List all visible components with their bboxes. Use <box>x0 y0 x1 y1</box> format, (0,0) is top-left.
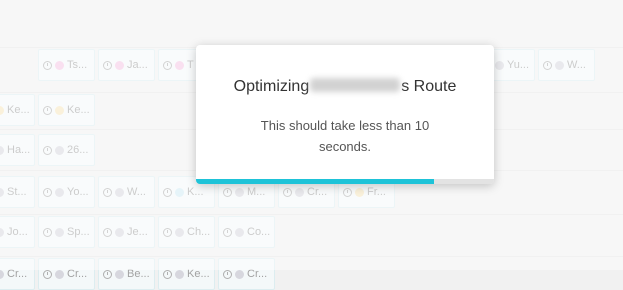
dialog-message: This should take less than 10 seconds. <box>260 118 430 154</box>
clock-icon <box>43 269 52 279</box>
status-dot-icon <box>115 269 124 279</box>
status-dot-icon <box>235 269 244 279</box>
dialog-title-suffix: s Route <box>401 78 457 95</box>
status-dot-icon <box>55 269 64 279</box>
status-dot-icon <box>175 269 184 279</box>
clock-icon <box>103 269 112 279</box>
dialog-title-prefix: Optimizing <box>233 78 310 95</box>
optimizing-route-dialog: Optimizing s Route This should take less … <box>196 45 494 184</box>
status-dot-icon <box>0 269 4 279</box>
progress-bar-fill <box>196 179 435 184</box>
dialog-title: Optimizing s Route <box>196 78 494 96</box>
clock-icon <box>163 269 172 279</box>
progress-bar <box>196 179 494 184</box>
clock-icon <box>223 269 232 279</box>
redacted-name <box>310 78 401 92</box>
